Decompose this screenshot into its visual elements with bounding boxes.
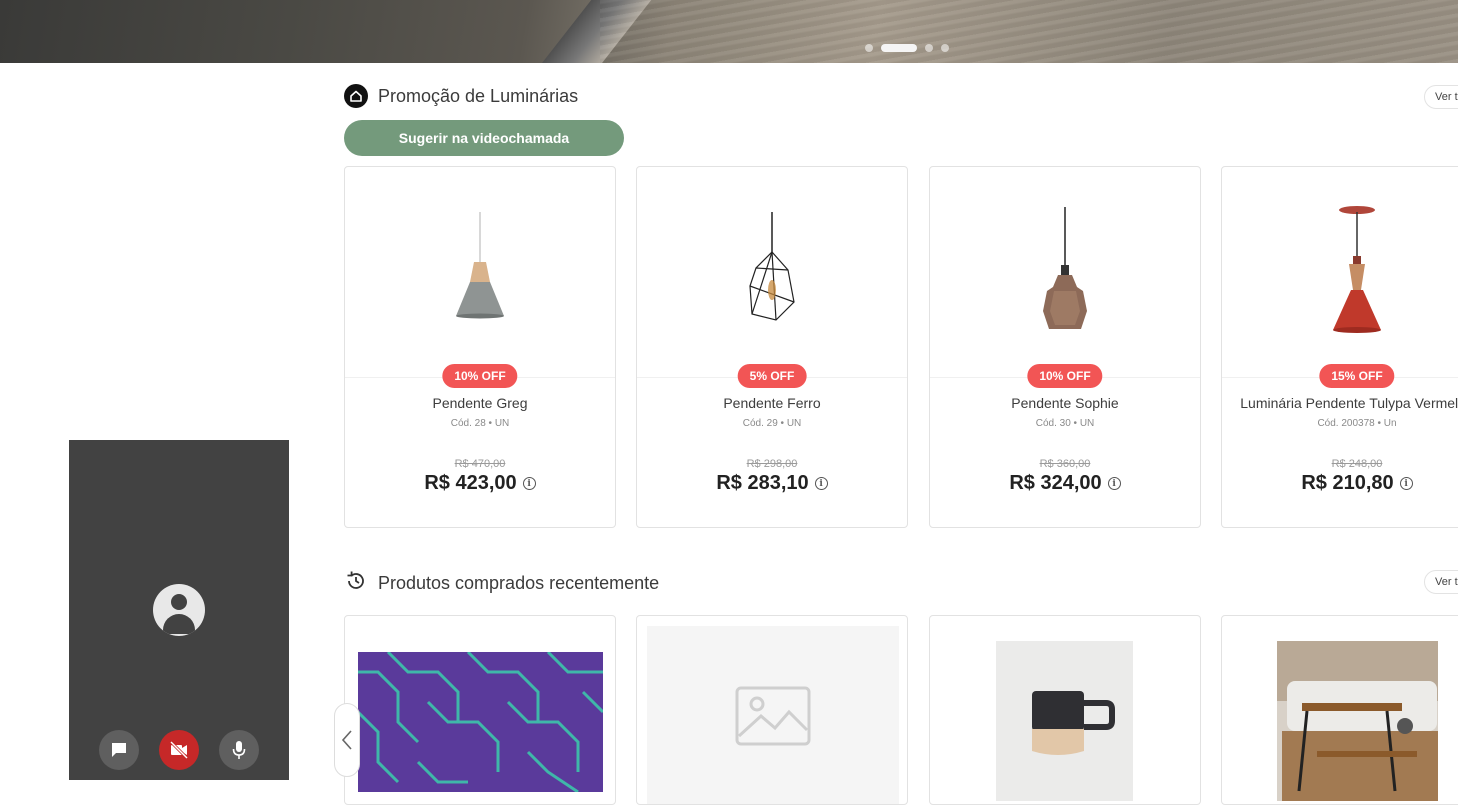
recent-section-header: Produtos comprados recentemente xyxy=(344,569,659,598)
price-row: R$ 423,00 i xyxy=(345,472,615,495)
image-placeholder xyxy=(647,626,899,804)
info-icon[interactable]: i xyxy=(814,477,828,490)
product-code: Cód. 30 • UN xyxy=(1035,418,1095,429)
price: R$ 324,00 xyxy=(1009,472,1102,494)
hero-banner[interactable] xyxy=(0,0,1458,63)
user-avatar-icon xyxy=(153,584,205,636)
history-icon xyxy=(344,569,368,598)
hero-image-texture xyxy=(600,0,1458,63)
see-all-button[interactable]: Ver todos xyxy=(1424,85,1458,109)
price-row: R$ 210,80 i xyxy=(1222,472,1458,495)
camera-off-icon xyxy=(169,741,189,759)
store-icon xyxy=(344,84,368,108)
carousel-dot-active[interactable] xyxy=(881,44,917,52)
mic-icon xyxy=(232,741,246,759)
product-card[interactable]: 10% OFF Pendente Sophie Cód. 30 • UN R$ … xyxy=(929,166,1201,528)
old-price: R$ 298,00 xyxy=(746,458,798,470)
product-image xyxy=(637,167,907,378)
discount-badge: 10% OFF xyxy=(1027,364,1103,388)
chat-icon xyxy=(112,743,126,757)
product-card[interactable]: 5% OFF Pendente Ferro Cód. 29 • UN R$ 29… xyxy=(636,166,908,528)
chat-button[interactable] xyxy=(99,730,139,770)
carousel-dots xyxy=(865,44,949,52)
carousel-dot[interactable] xyxy=(941,44,949,52)
product-code: Cód. 200378 • Un xyxy=(1317,418,1397,429)
carousel-dot[interactable] xyxy=(865,44,873,52)
info-icon[interactable]: i xyxy=(522,477,536,490)
video-call-window xyxy=(69,440,289,780)
product-code: Cód. 28 • UN xyxy=(450,418,510,429)
mic-button[interactable] xyxy=(219,730,259,770)
product-image xyxy=(358,652,603,792)
avatar-head xyxy=(171,594,187,610)
old-price: R$ 470,00 xyxy=(454,458,506,470)
product-image xyxy=(1277,641,1438,801)
product-name: Pendente Sophie xyxy=(1011,395,1119,411)
carousel-dot[interactable] xyxy=(925,44,933,52)
recent-product-card[interactable] xyxy=(636,615,908,805)
recent-product-card[interactable] xyxy=(1221,615,1458,805)
info-icon[interactable]: i xyxy=(1107,477,1121,490)
info-icon[interactable]: i xyxy=(1399,477,1413,490)
discount-badge: 10% OFF xyxy=(442,364,518,388)
section-title: Promoção de Luminárias xyxy=(378,85,579,106)
discount-badge: 5% OFF xyxy=(737,364,807,388)
price: R$ 283,10 xyxy=(716,472,809,494)
promo-section-header: Promoção de Luminárias xyxy=(344,84,578,108)
old-price: R$ 360,00 xyxy=(1039,458,1091,470)
chevron-left-icon xyxy=(341,730,352,750)
recent-product-card[interactable] xyxy=(344,615,616,805)
section-title: Produtos comprados recentemente xyxy=(378,573,660,593)
avatar-body xyxy=(163,614,195,634)
price-row: R$ 324,00 i xyxy=(930,472,1200,495)
product-image xyxy=(996,641,1133,801)
product-card[interactable]: 15% OFF Luminária Pendente Tulypa Vermel… xyxy=(1221,166,1458,528)
camera-toggle-button[interactable] xyxy=(159,730,199,770)
product-image xyxy=(345,167,615,378)
product-name: Pendente Greg xyxy=(432,395,528,411)
price: R$ 210,80 xyxy=(1301,472,1394,494)
discount-badge: 15% OFF xyxy=(1319,364,1395,388)
suggest-in-videocall-button[interactable]: Sugerir na videochamada xyxy=(344,120,624,156)
product-name: Pendente Ferro xyxy=(723,395,821,411)
price-row: R$ 283,10 i xyxy=(637,472,907,495)
price: R$ 423,00 xyxy=(424,472,517,494)
recent-product-card[interactable] xyxy=(929,615,1201,805)
old-price: R$ 248,00 xyxy=(1331,458,1383,470)
image-placeholder-icon xyxy=(735,686,811,746)
product-name: Luminária Pendente Tulypa Vermelha xyxy=(1240,395,1458,411)
see-all-button[interactable]: Ver todos xyxy=(1424,570,1458,594)
product-image xyxy=(930,167,1200,378)
product-image xyxy=(1222,167,1458,378)
product-card[interactable]: 10% OFF Pendente Greg Cód. 28 • UN R$ 47… xyxy=(344,166,616,528)
scroll-left-button[interactable] xyxy=(334,703,360,777)
product-code: Cód. 29 • UN xyxy=(742,418,802,429)
